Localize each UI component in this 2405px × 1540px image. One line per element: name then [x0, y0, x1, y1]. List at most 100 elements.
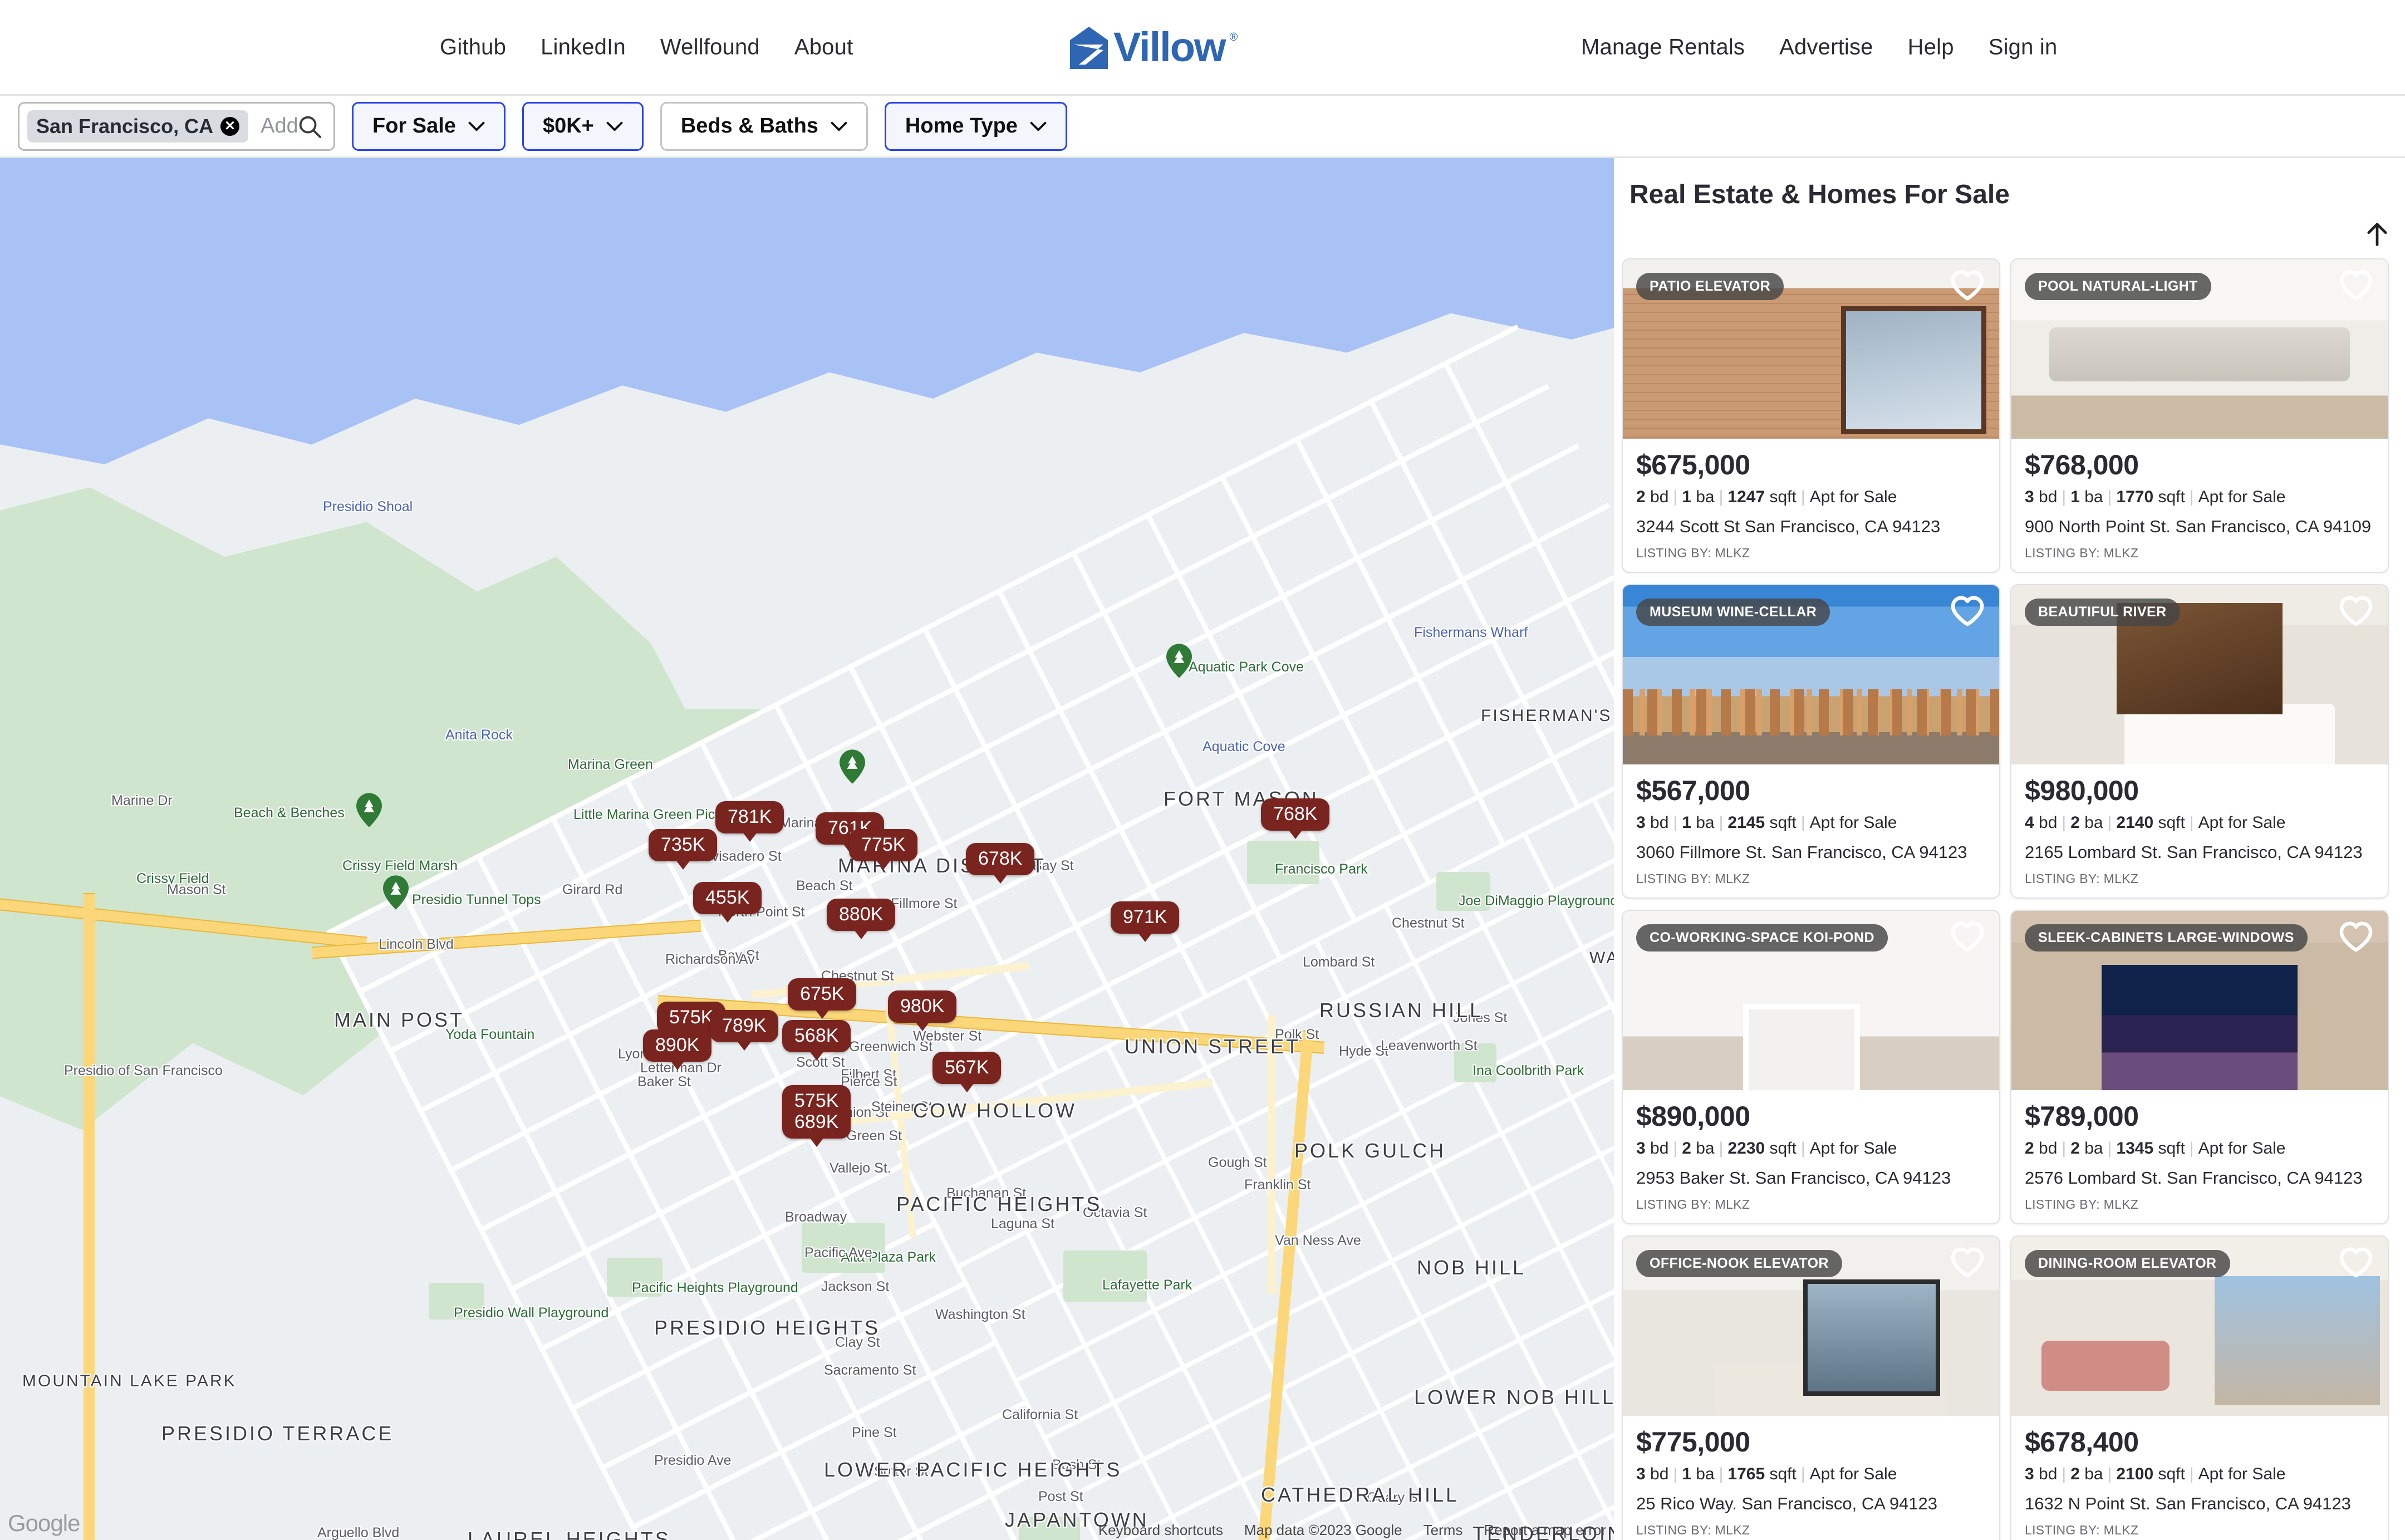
- map-price-marker[interactable]: 775K: [849, 829, 918, 862]
- map-price-marker[interactable]: 568K: [782, 1020, 851, 1053]
- spec-divider: |: [2062, 488, 2067, 506]
- map-label: Pierce St: [841, 1074, 897, 1090]
- map-attribution-link[interactable]: Keyboard shortcuts: [1098, 1522, 1223, 1539]
- favorite-heart-icon[interactable]: [1950, 595, 1985, 627]
- nav-link-wellfound[interactable]: Wellfound: [660, 35, 760, 60]
- map-price-marker[interactable]: 575K 689K: [782, 1085, 851, 1139]
- listing-agency: LISTING BY: MLKZ: [2025, 1197, 2139, 1212]
- nav-link-github[interactable]: Github: [440, 35, 506, 60]
- filter-button-for-sale[interactable]: For Sale: [352, 101, 505, 151]
- listing-photo[interactable]: PATIO ELEVATOR: [1623, 259, 1999, 439]
- nav-action-manage-rentals[interactable]: Manage Rentals: [1581, 35, 1745, 60]
- listing-feature-badge: POOL NATURAL-LIGHT: [2025, 273, 2211, 300]
- listing-card[interactable]: CO-WORKING-SPACE KOI-POND $890,000 3 bd | 2 …: [1622, 910, 2000, 1224]
- map-label: Vallejo St.: [830, 1160, 891, 1176]
- map-attribution-link[interactable]: Report a map error: [1484, 1522, 1606, 1539]
- listing-card[interactable]: BEAUTIFUL RIVER $980,000 4 bd | 2 ba | 2140 sq…: [2010, 584, 2389, 899]
- nav-action-advertise[interactable]: Advertise: [1779, 35, 1873, 60]
- favorite-heart-icon[interactable]: [2339, 595, 2373, 627]
- filter-button-label: For Sale: [372, 114, 456, 138]
- brand-logo[interactable]: Villow ®: [1069, 26, 1238, 69]
- map-price-marker[interactable]: 980K: [888, 990, 957, 1023]
- favorite-heart-icon[interactable]: [2339, 1247, 2373, 1279]
- nav-action-sign-in[interactable]: Sign in: [1989, 35, 2058, 60]
- listing-photo[interactable]: POOL NATURAL-LIGHT: [2011, 259, 2388, 439]
- favorite-heart-icon[interactable]: [1950, 269, 1985, 302]
- filter-button-home-type[interactable]: Home Type: [884, 101, 1067, 151]
- search-icon[interactable]: [297, 114, 322, 139]
- map-price-marker[interactable]: 735K: [649, 829, 718, 862]
- map-attribution-link: Map data ©2023 Google: [1244, 1522, 1402, 1538]
- listing-specs: 3 bd | 1 ba | 2145 sqft | Apt for Sale: [1636, 813, 1986, 832]
- search-input[interactable]: Add an...: [261, 114, 297, 138]
- favorite-heart-icon[interactable]: [2339, 269, 2373, 302]
- listing-card[interactable]: POOL NATURAL-LIGHT $768,000 3 bd | 1 ba | 1770…: [2010, 258, 2389, 573]
- listing-baths: 1: [2070, 488, 2080, 506]
- filter-button-beds-baths[interactable]: Beds & Baths: [660, 101, 868, 151]
- listing-feature-badge: PATIO ELEVATOR: [1636, 273, 1784, 300]
- map-attribution: Keyboard shortcuts Map data ©2023 Google T…: [1098, 1522, 1606, 1539]
- listing-card[interactable]: PATIO ELEVATOR $675,000 2 bd | 1 ba | 1247 sqf…: [1622, 258, 2000, 573]
- park-poi-pin-presidio-tunnel[interactable]: [383, 875, 409, 910]
- map-price-marker[interactable]: 675K: [788, 978, 857, 1011]
- listing-photo[interactable]: CO-WORKING-SPACE KOI-POND: [1623, 911, 1999, 1090]
- spec-divider: |: [2107, 1465, 2112, 1483]
- listing-feature-badge: BEAUTIFUL RIVER: [2025, 599, 2180, 626]
- arrow-up-icon[interactable]: [2363, 219, 2392, 248]
- listing-price: $789,000: [2025, 1101, 2139, 1132]
- nav-link-linkedin[interactable]: LinkedIn: [541, 35, 626, 60]
- map-price-marker[interactable]: 880K: [827, 899, 896, 931]
- listing-baths-unit: ba: [2084, 1139, 2103, 1158]
- listing-card[interactable]: MUSEUM WINE-CELLAR $567,000 3 bd | 1 ba | 2145…: [1622, 584, 2000, 899]
- listing-sqft: 1765: [1727, 1465, 1765, 1483]
- map-label: Baker St: [637, 1074, 691, 1090]
- listing-baths: 1: [1682, 1465, 1691, 1483]
- map-price-marker[interactable]: 768K: [1261, 798, 1330, 831]
- spec-divider: |: [1800, 1139, 1805, 1158]
- listing-photo[interactable]: SLEEK-CABINETS LARGE-WINDOWS: [2011, 911, 2388, 1090]
- listing-baths-unit: ba: [2084, 1465, 2103, 1483]
- map-price-marker[interactable]: 971K: [1111, 901, 1180, 934]
- listing-photo[interactable]: MUSEUM WINE-CELLAR: [1623, 585, 1999, 764]
- map-price-marker[interactable]: 678K: [966, 843, 1035, 876]
- listing-sqft-unit: sqft: [1769, 1465, 1797, 1483]
- map-label: Anita Rock: [445, 727, 513, 743]
- close-icon[interactable]: ✕: [220, 116, 240, 136]
- map-label: Laguna St: [991, 1216, 1054, 1232]
- listing-photo[interactable]: BEAUTIFUL RIVER: [2011, 585, 2388, 764]
- listing-details: $980,000 4 bd | 2 ba | 2140 sqft | Apt for Sale…: [2011, 764, 2388, 897]
- map-price-marker[interactable]: 781K: [715, 801, 784, 834]
- favorite-heart-icon[interactable]: [1950, 1247, 1985, 1279]
- listing-card[interactable]: DINING-ROOM ELEVATOR $678,400 3 bd | 2 ba | 21…: [2010, 1235, 2389, 1540]
- location-search-box[interactable]: San Francisco, CA ✕ Add an...: [18, 101, 335, 151]
- listing-address: 3060 Fillmore St. San Francisco, CA 9412…: [1636, 842, 1967, 862]
- filter-button--0k-[interactable]: $0K+: [522, 101, 644, 151]
- map-view[interactable]: Presidio Shoal Anita Rock Aquatic Cove Aqua…: [0, 158, 1614, 1540]
- highway-1-vertical: [84, 893, 95, 1540]
- location-chip[interactable]: San Francisco, CA ✕: [27, 110, 249, 143]
- favorite-heart-icon[interactable]: [2339, 921, 2373, 953]
- listing-card[interactable]: SLEEK-CABINETS LARGE-WINDOWS $789,000 2 bd…: [2010, 910, 2389, 1224]
- listing-photo[interactable]: OFFICE-NOOK ELEVATOR: [1623, 1237, 1999, 1416]
- listing-card[interactable]: OFFICE-NOOK ELEVATOR $775,000 3 bd | 1 ba | 17…: [1622, 1235, 2000, 1540]
- nav-link-about[interactable]: About: [794, 35, 853, 60]
- park-poi-pin-beach[interactable]: [356, 793, 382, 827]
- map-price-marker[interactable]: 455K: [693, 882, 762, 915]
- spec-divider: |: [2062, 813, 2067, 832]
- listing-price: $567,000: [1636, 775, 1750, 806]
- park-poi-pin-marina-green[interactable]: [840, 749, 865, 784]
- map-price-marker[interactable]: 890K: [643, 1029, 712, 1062]
- listing-baths-unit: ba: [1696, 1139, 1715, 1158]
- map-attribution-link[interactable]: Terms: [1424, 1522, 1463, 1539]
- listing-sqft: 1345: [2116, 1139, 2154, 1158]
- favorite-heart-icon[interactable]: [1950, 921, 1985, 953]
- map-price-marker[interactable]: 789K: [710, 1010, 779, 1043]
- map-label: Presidio Shoal: [323, 499, 413, 514]
- listing-beds-unit: bd: [1650, 1139, 1669, 1158]
- map-label: Girard Rd: [562, 882, 623, 897]
- map-label: Crissy Field Marsh: [342, 858, 458, 874]
- listing-beds: 3: [2025, 1465, 2034, 1483]
- nav-action-help[interactable]: Help: [1908, 35, 1954, 60]
- listing-photo[interactable]: DINING-ROOM ELEVATOR: [2011, 1237, 2388, 1416]
- map-price-marker[interactable]: 567K: [932, 1052, 1002, 1085]
